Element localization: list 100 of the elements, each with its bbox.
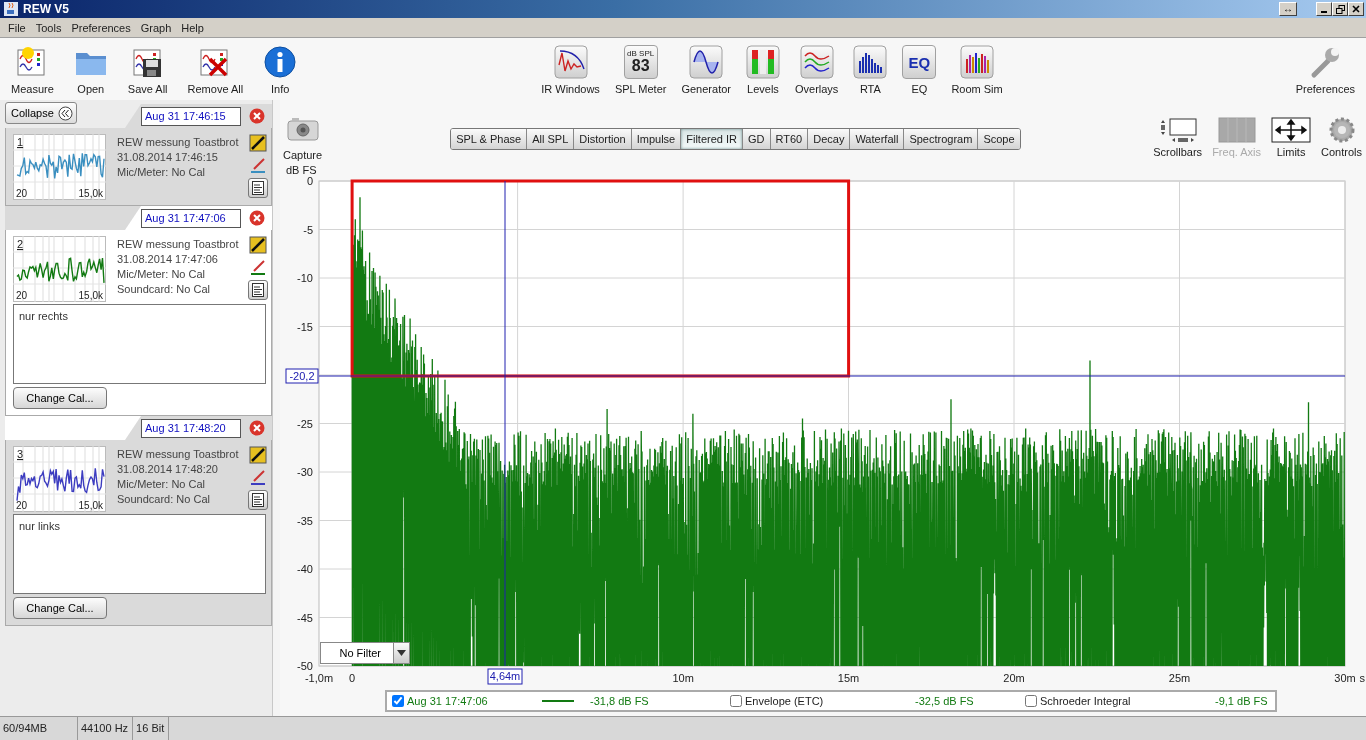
legend-checkbox[interactable] bbox=[1025, 695, 1037, 707]
limits-button[interactable]: Limits bbox=[1271, 117, 1312, 158]
graph-tab[interactable]: Waterfall bbox=[850, 129, 905, 149]
x-axis-tick-label: 20m bbox=[1003, 672, 1025, 684]
filter-dropdown[interactable]: No Filter bbox=[320, 642, 410, 664]
graph-tab[interactable]: Spectrogram bbox=[904, 129, 979, 149]
info-button[interactable] bbox=[248, 280, 269, 300]
level-meter-tile-icon bbox=[745, 45, 780, 79]
graph-tab[interactable]: Distortion bbox=[574, 129, 632, 149]
y-axis-tick-label: 0 bbox=[306, 175, 313, 187]
change-cal-button[interactable]: Change Cal... bbox=[13, 387, 107, 409]
room-sim-button[interactable]: Room Sim bbox=[948, 45, 1006, 95]
info-button[interactable]: Info bbox=[260, 45, 301, 95]
axis-label: 15,0k bbox=[78, 500, 103, 511]
cursor-time-label: 4,64m bbox=[487, 668, 523, 685]
gear-icon bbox=[1327, 117, 1356, 143]
y-axis-tick-label: -25 bbox=[297, 417, 313, 430]
restore-button[interactable] bbox=[1332, 2, 1348, 16]
document-icon bbox=[252, 181, 265, 195]
measurement-detail: 31.08.2014 17:48:20 bbox=[117, 463, 219, 476]
y-axis-tick-label: -35 bbox=[297, 514, 313, 527]
coffee-cup-icon bbox=[4, 2, 18, 16]
thumbnail-number: 2 bbox=[17, 238, 24, 250]
graph-tab[interactable]: All SPL bbox=[527, 129, 575, 149]
window-title: REW V5 bbox=[23, 2, 69, 16]
levels-button[interactable]: Levels bbox=[742, 45, 783, 95]
wave-lines-tile-icon bbox=[799, 45, 834, 79]
legend-label: Aug 31 17:47:06 bbox=[407, 695, 488, 707]
measurement-name-field[interactable]: Aug 31 17:47:06 bbox=[141, 208, 241, 228]
graph-tab[interactable]: Decay bbox=[808, 129, 851, 149]
y-axis-tick-label: -5 bbox=[303, 223, 313, 236]
graph-tab[interactable]: Scope bbox=[978, 129, 1020, 149]
thumbnail-number: 1 bbox=[17, 136, 24, 148]
controls-button[interactable]: Controls bbox=[1321, 117, 1362, 158]
status-field: 16 Bit bbox=[133, 717, 170, 740]
axis-label: 15,0k bbox=[78, 290, 103, 301]
remove-icon bbox=[249, 108, 265, 124]
width-toggle-button[interactable]: ↔ bbox=[1279, 2, 1297, 16]
line-color-icon bbox=[249, 156, 268, 174]
info-button[interactable] bbox=[248, 178, 269, 198]
document-icon bbox=[252, 493, 265, 507]
legend-checkbox-label[interactable]: Aug 31 17:47:06 bbox=[392, 695, 542, 707]
legend-checkbox-label[interactable]: Schroeder Integral bbox=[1025, 695, 1215, 707]
notes-field[interactable]: nur rechts bbox=[13, 304, 266, 384]
menu-item[interactable]: Help bbox=[176, 21, 209, 34]
measurement-name-field[interactable]: Aug 31 17:46:15 bbox=[141, 106, 241, 126]
measurement-card[interactable]: 3 20 15,0k REW messung Toastbrot 31.08.2014 17:48:20 Mic/Meter: No Cal Soundcard: No Cal nur links Change Cal... bbox=[5, 440, 272, 626]
remove-all-button[interactable]: Remove All bbox=[184, 45, 247, 95]
cursor-level-label: -20,2 bbox=[285, 368, 319, 384]
open-button[interactable]: Open bbox=[70, 45, 111, 95]
measurement-name-field[interactable]: Aug 31 17:48:20 bbox=[141, 418, 241, 438]
menu-item[interactable]: File bbox=[3, 21, 31, 34]
menu-item[interactable]: Preferences bbox=[66, 21, 136, 34]
spl-meter-button[interactable]: dB SPL 83 SPL Meter bbox=[611, 45, 670, 95]
camera-icon bbox=[286, 117, 319, 141]
graph-tab[interactable]: RT60 bbox=[770, 129, 809, 149]
change-cal-button[interactable]: Change Cal... bbox=[13, 597, 107, 619]
axis-label: 20 bbox=[16, 188, 28, 199]
collapse-button[interactable]: Collapse bbox=[5, 102, 77, 124]
preferences-button[interactable]: Preferences bbox=[1292, 45, 1358, 95]
info-button[interactable] bbox=[248, 490, 269, 510]
graph-tab[interactable]: Impulse bbox=[631, 129, 682, 149]
graph-tab[interactable]: Filtered IR bbox=[681, 129, 743, 149]
menu-item[interactable]: Graph bbox=[135, 21, 177, 34]
edit-icon bbox=[249, 236, 268, 254]
measurement-card[interactable]: 1 20 15,0k REW messung Toastbrot 31.08.2014 17:46:15 Mic/Meter: No Cal bbox=[5, 128, 272, 206]
measurement-title: REW messung Toastbrot bbox=[117, 136, 239, 149]
y-axis-tick-label: -10 bbox=[297, 272, 313, 284]
measurement-detail: 31.08.2014 17:47:06 bbox=[117, 253, 219, 266]
ir-windows-button[interactable]: IR Windows bbox=[538, 45, 603, 95]
scrollbars-button[interactable]: Scrollbars bbox=[1153, 117, 1203, 158]
minimize-button[interactable] bbox=[1316, 2, 1332, 16]
menu-item[interactable]: Tools bbox=[30, 21, 67, 34]
x-axis-tick-label: 30m bbox=[1334, 672, 1356, 684]
y-axis-tick-label: -40 bbox=[297, 563, 313, 575]
legend-checkbox[interactable] bbox=[392, 695, 404, 707]
info-icon bbox=[263, 45, 298, 79]
legend-checkbox[interactable] bbox=[730, 695, 742, 707]
generator-button[interactable]: Generator bbox=[678, 45, 734, 95]
graph-tab[interactable]: GD bbox=[743, 129, 771, 149]
double-chevron-icon bbox=[57, 105, 73, 121]
overlays-button[interactable]: Overlays bbox=[791, 45, 842, 95]
color-bars-tile-icon bbox=[960, 45, 995, 79]
rta-button[interactable]: RTA bbox=[850, 45, 891, 95]
spl-unit-label: dB SPL bbox=[627, 50, 655, 58]
eq-button[interactable]: EQ EQ bbox=[899, 45, 940, 95]
bar-graph-tile-icon bbox=[853, 45, 888, 79]
legend-label: Schroeder Integral bbox=[1040, 695, 1131, 707]
capture-button[interactable]: Capture bbox=[283, 117, 323, 161]
measurement-detail: Mic/Meter: No Cal bbox=[117, 478, 207, 491]
save-all-button[interactable]: Save All bbox=[124, 45, 171, 95]
close-button[interactable] bbox=[1348, 2, 1364, 16]
notes-field[interactable]: nur links bbox=[13, 514, 266, 594]
measure-button[interactable]: Measure bbox=[8, 45, 57, 95]
legend-checkbox-label[interactable]: Envelope (ETC) bbox=[730, 695, 915, 707]
graph-tab[interactable]: SPL & Phase bbox=[451, 129, 528, 149]
axis-label: 20 bbox=[16, 290, 28, 301]
legend-value: -9,1 dB FS bbox=[1215, 695, 1268, 707]
measurement-card[interactable]: 2 20 15,0k REW messung Toastbrot 31.08.2014 17:47:06 Mic/Meter: No Cal Soundcard: No Cal nur rechts Change Cal... bbox=[5, 230, 272, 416]
spl-reading: 83 bbox=[631, 58, 650, 74]
